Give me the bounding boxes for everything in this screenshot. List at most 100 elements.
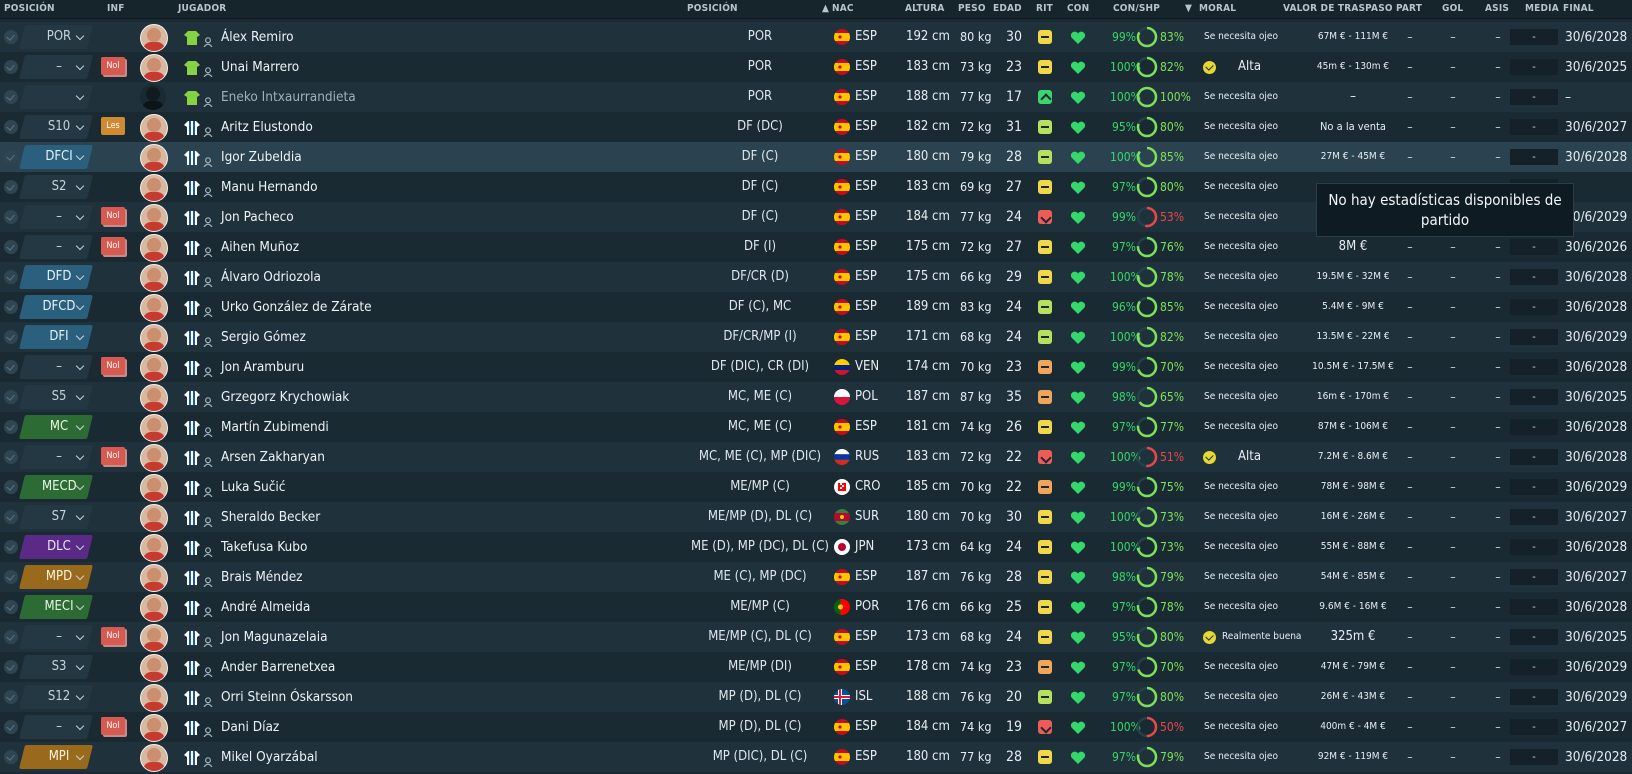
squad-position-selector[interactable]: – bbox=[19, 355, 93, 379]
player-name[interactable]: Álex Remiro bbox=[221, 22, 294, 52]
player-row[interactable]: S5 Grzegorz Krychowiak MC, ME (C) POL 187 cm… bbox=[0, 382, 1632, 412]
avatar[interactable] bbox=[140, 174, 168, 202]
player-name[interactable]: Sheraldo Becker bbox=[221, 502, 320, 532]
squad-position-selector[interactable]: S3 bbox=[19, 655, 93, 679]
avatar[interactable] bbox=[140, 534, 168, 562]
player-name[interactable]: Martín Zubimendi bbox=[221, 412, 329, 442]
player-row[interactable]: – Nol Arsen Zakharyan MC, ME (C), MP (DIC) R… bbox=[0, 442, 1632, 472]
col-posicion-sel[interactable]: POSICIÓN bbox=[4, 3, 55, 14]
col-final[interactable]: FINAL bbox=[1563, 3, 1594, 14]
select-checkbox[interactable] bbox=[4, 240, 18, 254]
col-valor[interactable]: VALOR DE TRASPASO bbox=[1283, 3, 1393, 14]
avatar[interactable] bbox=[140, 624, 168, 652]
squad-position-selector[interactable]: S7 bbox=[19, 505, 93, 529]
player-row[interactable]: POR Álex Remiro POR ESP 192 cm 80 kg 30 99% 83% S… bbox=[0, 22, 1632, 52]
select-checkbox[interactable] bbox=[4, 30, 18, 44]
col-altura[interactable]: ALTURA bbox=[905, 3, 945, 14]
squad-position-selector[interactable]: POR bbox=[19, 25, 93, 49]
player-row[interactable]: MECD Luka Sučić ME/MP (C) CRO 185 cm 70 kg 22 9… bbox=[0, 472, 1632, 502]
avatar[interactable] bbox=[140, 684, 168, 712]
player-name[interactable]: Igor Zubeldia bbox=[221, 142, 302, 172]
avatar[interactable] bbox=[140, 54, 168, 82]
inf-badge[interactable]: Les bbox=[101, 117, 125, 135]
avatar[interactable] bbox=[140, 474, 168, 502]
inf-badge[interactable]: Nol bbox=[101, 357, 125, 375]
player-row[interactable]: Eneko Intxaurrandieta POR ESP 188 cm 77 kg 17… bbox=[0, 82, 1632, 112]
inf-badge[interactable]: Nol bbox=[101, 57, 125, 75]
squad-position-selector[interactable]: – bbox=[19, 205, 93, 229]
squad-position-selector[interactable]: MECD bbox=[19, 475, 93, 499]
player-name[interactable]: Brais Méndez bbox=[221, 562, 303, 592]
player-name[interactable]: Eneko Intxaurrandieta bbox=[221, 82, 356, 112]
player-row[interactable]: DFI Sergio Gómez DF/CR/MP (I) ESP 171 cm 68 k… bbox=[0, 322, 1632, 352]
player-row[interactable]: DLC Takefusa Kubo ME (D), MP (DC), DL (C) J… bbox=[0, 532, 1632, 562]
inf-badge[interactable]: Nol bbox=[101, 447, 125, 465]
squad-position-selector[interactable]: – bbox=[19, 445, 93, 469]
player-name[interactable]: Aihen Muñoz bbox=[221, 232, 299, 262]
player-name[interactable]: Álvaro Odriozola bbox=[221, 262, 321, 292]
select-checkbox[interactable] bbox=[4, 390, 18, 404]
select-checkbox[interactable] bbox=[4, 60, 18, 74]
col-jugador[interactable]: JUGADOR bbox=[178, 3, 226, 14]
squad-position-selector[interactable]: DFCI bbox=[19, 145, 93, 169]
player-name[interactable]: Mikel Oyarzábal bbox=[221, 742, 318, 772]
col-part[interactable]: PART bbox=[1396, 3, 1422, 14]
select-checkbox[interactable] bbox=[4, 660, 18, 674]
squad-position-selector[interactable]: S2 bbox=[19, 175, 93, 199]
col-con[interactable]: CON bbox=[1067, 3, 1089, 14]
select-checkbox[interactable] bbox=[4, 330, 18, 344]
squad-position-selector[interactable]: – bbox=[19, 55, 93, 79]
select-checkbox[interactable] bbox=[4, 720, 18, 734]
player-row[interactable]: MC Martín Zubimendi MC, ME (C) ESP 181 cm 74 … bbox=[0, 412, 1632, 442]
col-posicion[interactable]: POSICIÓN bbox=[687, 3, 738, 14]
player-row[interactable]: S12 Orri Steinn Óskarsson MP (D), DL (C) IS… bbox=[0, 682, 1632, 712]
avatar[interactable] bbox=[140, 654, 168, 682]
select-checkbox[interactable] bbox=[4, 150, 18, 164]
player-row[interactable]: – Nol Jon Magunazelaia ME/MP (C), DL (C) ESP… bbox=[0, 622, 1632, 652]
avatar[interactable] bbox=[140, 264, 168, 292]
player-row[interactable]: – Nol Dani Díaz MP (D), DL (C) ESP 184 cm 74 k… bbox=[0, 712, 1632, 742]
player-name[interactable]: Jon Pacheco bbox=[221, 202, 294, 232]
select-checkbox[interactable] bbox=[4, 510, 18, 524]
player-name[interactable]: Aritz Elustondo bbox=[221, 112, 313, 142]
player-name[interactable]: Ander Barrenetxea bbox=[221, 652, 335, 682]
avatar[interactable] bbox=[140, 744, 168, 772]
squad-position-selector[interactable]: S12 bbox=[19, 685, 93, 709]
inf-badge[interactable]: Nol bbox=[101, 237, 125, 255]
player-name[interactable]: Takefusa Kubo bbox=[221, 532, 307, 562]
squad-position-selector[interactable]: – bbox=[19, 715, 93, 739]
select-checkbox[interactable] bbox=[4, 450, 18, 464]
select-checkbox[interactable] bbox=[4, 120, 18, 134]
col-peso[interactable]: PESO bbox=[958, 3, 986, 14]
inf-badge[interactable]: Nol bbox=[101, 207, 125, 225]
squad-position-selector[interactable]: S10 bbox=[19, 115, 93, 139]
select-checkbox[interactable] bbox=[4, 210, 18, 224]
select-checkbox[interactable] bbox=[4, 630, 18, 644]
select-checkbox[interactable] bbox=[4, 180, 18, 194]
player-row[interactable]: – Nol Jon Aramburu DF (DIC), CR (DI) VEN 174 … bbox=[0, 352, 1632, 382]
player-row[interactable]: MPI Mikel Oyarzábal MP (DIC), DL (C) ESP 180… bbox=[0, 742, 1632, 772]
player-name[interactable]: Grzegorz Krychowiak bbox=[221, 382, 349, 412]
player-name[interactable]: Unai Marrero bbox=[221, 52, 299, 82]
select-checkbox[interactable] bbox=[4, 690, 18, 704]
player-row[interactable]: S7 Sheraldo Becker ME/MP (D), DL (C) SUR 180… bbox=[0, 502, 1632, 532]
player-name[interactable]: Orri Steinn Óskarsson bbox=[221, 682, 353, 712]
avatar[interactable] bbox=[140, 714, 168, 742]
col-edad[interactable]: EDAD bbox=[993, 3, 1022, 14]
player-row[interactable]: S3 Ander Barrenetxea ME/MP (DI) ESP 178 cm 74… bbox=[0, 652, 1632, 682]
player-row[interactable]: – Nol Unai Marrero POR ESP 183 cm 73 kg 23 100% 8… bbox=[0, 52, 1632, 82]
avatar[interactable] bbox=[140, 414, 168, 442]
select-checkbox[interactable] bbox=[4, 570, 18, 584]
select-checkbox[interactable] bbox=[4, 90, 18, 104]
squad-position-selector[interactable]: DFD bbox=[19, 265, 93, 289]
squad-position-selector[interactable]: MC bbox=[19, 415, 93, 439]
inf-badge[interactable]: Nol bbox=[101, 627, 125, 645]
player-row[interactable]: DFCI Igor Zubeldia DF (C) ESP 180 cm 79 kg 28 1… bbox=[0, 142, 1632, 172]
avatar[interactable] bbox=[140, 294, 168, 322]
player-name[interactable]: Luka Sučić bbox=[221, 472, 285, 502]
avatar[interactable] bbox=[140, 564, 168, 592]
avatar[interactable] bbox=[140, 114, 168, 142]
player-row[interactable]: DFD Álvaro Odriozola DF/CR (D) ESP 175 cm 66 … bbox=[0, 262, 1632, 292]
inf-badge[interactable]: Nol bbox=[101, 717, 125, 735]
squad-position-selector[interactable]: MPI bbox=[19, 745, 93, 769]
